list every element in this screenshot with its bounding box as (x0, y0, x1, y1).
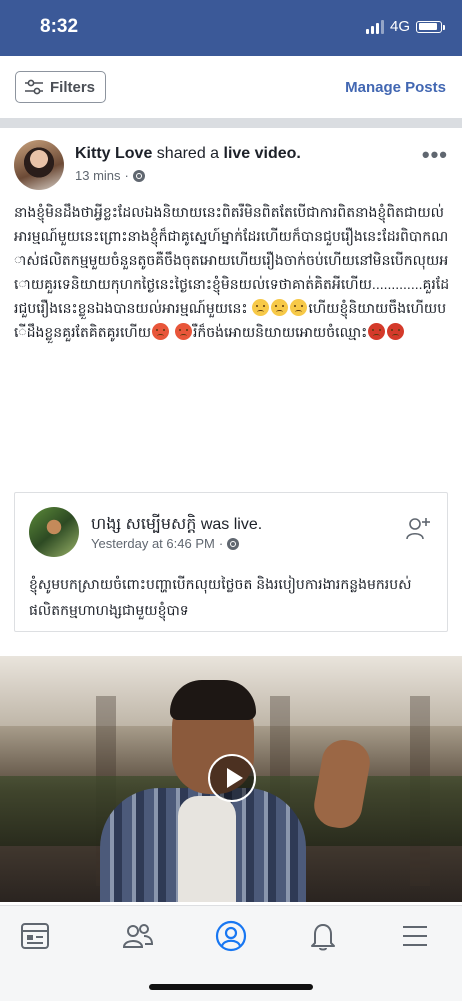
post-header: Kitty Love shared a live video. (75, 145, 301, 163)
worried-face-icon (271, 299, 289, 316)
shared-post-card[interactable]: ហង្ស សម្បើមសក្តិ was live. Yesterday at … (14, 492, 448, 632)
shared-status: was live. (196, 516, 263, 533)
globe-icon (227, 537, 240, 550)
battery-icon (416, 20, 445, 33)
signal-icon (365, 19, 384, 34)
menu-icon[interactable] (397, 918, 433, 954)
post-card: Kitty Love shared a live video. 13 mins … (0, 128, 462, 908)
filters-button[interactable]: Filters (15, 71, 107, 103)
angry-face-icon (174, 323, 192, 340)
posts-toolbar: Filters Manage Posts (0, 56, 462, 119)
status-time: 8:32 (40, 16, 79, 37)
angry-face-icon (152, 323, 170, 340)
more-dots-icon[interactable]: ••• (422, 142, 448, 168)
filters-label: Filters (50, 78, 96, 96)
shared-body: ខ្ញុំសូមបកស្រាយចំពោះបញ្ហាបើកលុយថ្លៃចត និ… (29, 576, 412, 618)
status-bar: 8:32 4G (0, 0, 462, 56)
post-action-text: shared a (152, 145, 224, 162)
worried-face-icon (252, 299, 270, 316)
manage-posts-link[interactable]: Manage Posts (345, 79, 446, 96)
swearing-face-icon (387, 323, 405, 340)
post-time[interactable]: 13 mins (75, 168, 121, 183)
status-right: 4G (365, 18, 445, 35)
post-action-object[interactable]: live video. (224, 145, 301, 162)
meta-separator: · (124, 168, 129, 183)
shared-author-name[interactable]: ហង្ស សម្បើមសក្តិ (91, 516, 196, 533)
video-person-tee (178, 796, 236, 902)
home-indicator[interactable] (149, 984, 313, 990)
post-text-part3: រឺក៏ចង់អោយនិយាយអោយចំឈ្មោះ (192, 324, 368, 340)
profile-icon[interactable] (213, 918, 249, 954)
add-friend-icon[interactable] (405, 515, 431, 541)
feed-divider (0, 118, 462, 128)
friends-icon[interactable] (120, 918, 156, 954)
network-label: 4G (389, 18, 410, 35)
meta-separator: · (218, 536, 224, 551)
shared-author-avatar[interactable] (29, 507, 79, 557)
author-avatar[interactable] (14, 140, 64, 190)
video-person-hair (170, 680, 256, 720)
filters-icon (25, 79, 43, 95)
shared-time[interactable]: Yesterday at 6:46 PM (91, 536, 215, 551)
author-name[interactable]: Kitty Love (75, 145, 152, 162)
play-icon[interactable] (208, 754, 256, 802)
post-body: នាងខ្ញុំមិនដឹងថាអ្វីខ្លះដែលឯងនិយាយនេះពិត… (14, 200, 450, 344)
shared-meta: Yesterday at 6:46 PM · (91, 536, 240, 551)
post-meta: 13 mins · (75, 168, 145, 183)
live-video[interactable] (0, 656, 462, 902)
swearing-face-icon (368, 323, 386, 340)
notifications-icon[interactable] (305, 918, 341, 954)
worried-face-icon (290, 299, 308, 316)
globe-icon (132, 169, 145, 182)
shared-header: ហង្ស សម្បើមសក្តិ was live. (91, 513, 262, 537)
bottom-tab-bar (0, 905, 462, 1001)
news-feed-icon[interactable] (17, 918, 53, 954)
